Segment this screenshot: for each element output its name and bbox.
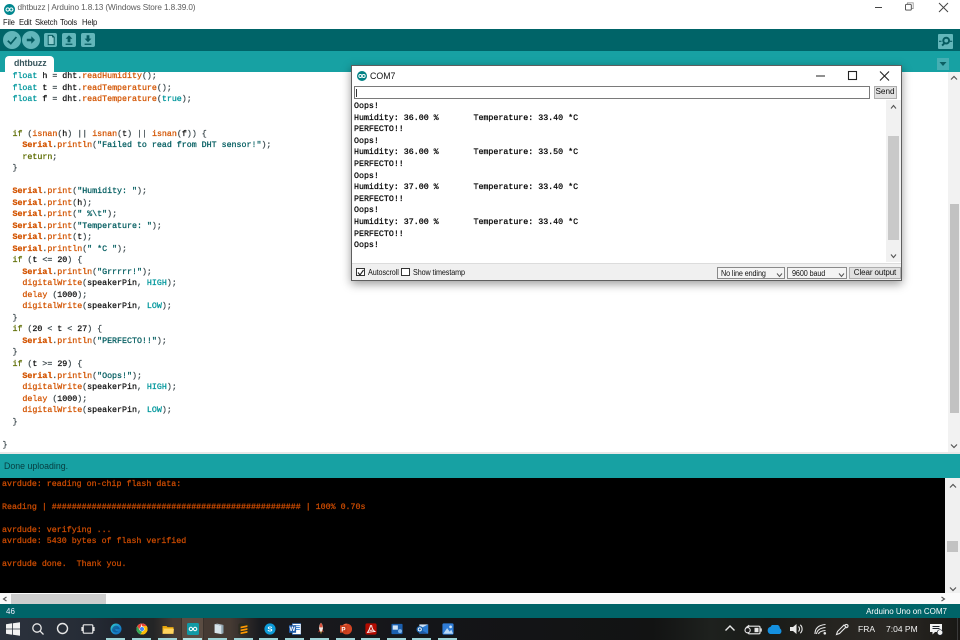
svg-text:P: P [341,626,345,633]
svg-text:S: S [267,625,272,634]
svg-text:W: W [289,626,295,633]
